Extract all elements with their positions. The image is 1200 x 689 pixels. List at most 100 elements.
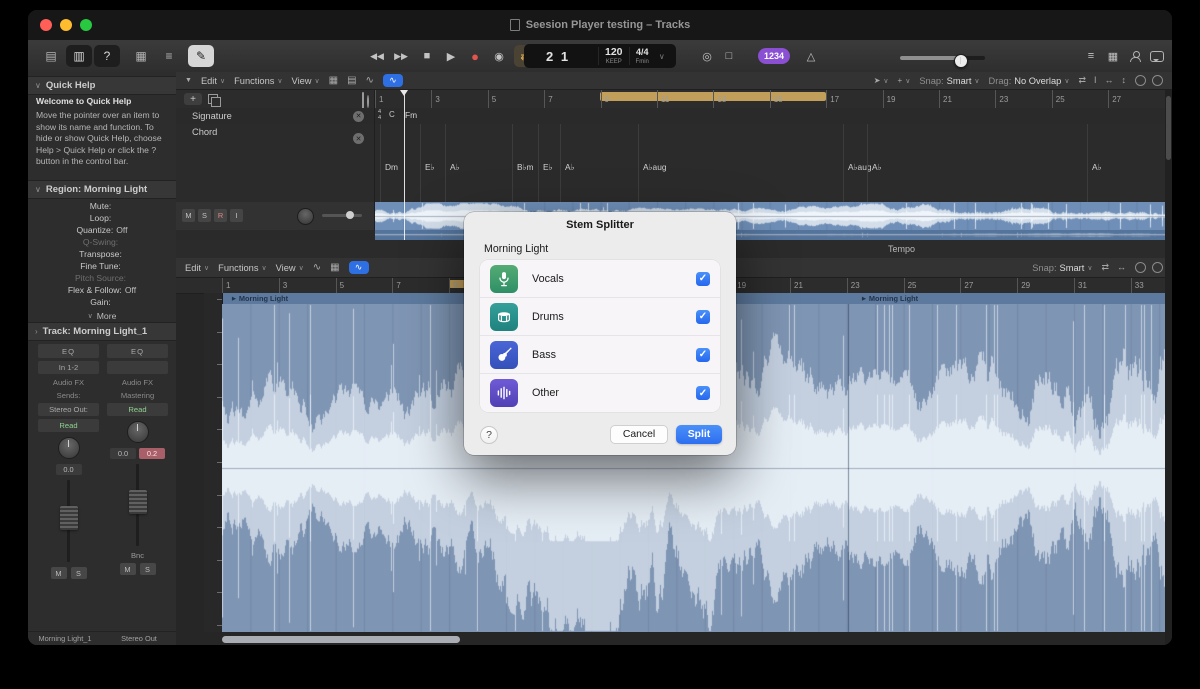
edit-menu[interactable]: Edit∨ — [201, 76, 225, 86]
editor-grid-icon[interactable]: ▦ — [330, 262, 339, 273]
output-slot[interactable]: Stereo Out: — [38, 403, 99, 416]
stem-checkbox-bass[interactable]: ✓ — [696, 348, 710, 362]
chord-marker[interactable]: E♭ — [420, 124, 435, 202]
region-more-toggle[interactable]: ∨ More — [28, 310, 176, 322]
automation-icon[interactable]: ∿ — [366, 75, 374, 86]
automation-mode[interactable]: Read — [38, 419, 99, 432]
automation-mode[interactable]: Read — [107, 403, 168, 416]
chord-marker[interactable]: E♭ — [538, 124, 553, 202]
functions-menu[interactable]: Functions∨ — [234, 76, 282, 86]
lcd-display[interactable]: 2 1 120 KEEP 4/4 Fmin ∨ — [524, 44, 676, 68]
stem-row-other[interactable]: Other✓ — [480, 374, 720, 412]
mixer-icon[interactable]: ▦ — [128, 45, 154, 67]
region-parameter-row[interactable]: Flex & Follow:Off — [28, 284, 176, 296]
stem-row-drums[interactable]: Drums✓ — [480, 298, 720, 336]
command-tool-menu[interactable]: +∨ — [898, 76, 911, 85]
inspector-icon[interactable]: ▥ — [66, 45, 92, 67]
track-volume-slider[interactable] — [322, 214, 362, 217]
zoom-vertical-icon[interactable]: ↕ — [1122, 75, 1127, 86]
pan-value[interactable]: 0.0 — [110, 448, 136, 459]
first-chord-marker[interactable]: Fm — [405, 110, 417, 120]
zoom-slider-v[interactable] — [1152, 75, 1163, 86]
input-slot[interactable]: In 1-2 — [38, 361, 99, 374]
editor-view-menu[interactable]: View∨ — [276, 263, 304, 273]
audio-fx-label[interactable]: Audio FX — [122, 377, 153, 387]
zoom-slider-v[interactable] — [1152, 262, 1163, 273]
flex-tool-icon[interactable]: ∿ — [383, 74, 403, 87]
metronome-icon[interactable]: △ — [800, 45, 822, 67]
pan-knob[interactable] — [127, 421, 149, 443]
region-parameter-row[interactable]: Quantize:Off — [28, 224, 176, 236]
eq-slot[interactable]: EQ — [107, 344, 168, 358]
scrollbar-thumb[interactable] — [1166, 96, 1171, 160]
gain-value[interactable]: 0.2 — [139, 448, 165, 459]
scrollbar-thumb[interactable] — [222, 636, 460, 643]
view-menu[interactable]: View∨ — [292, 76, 320, 86]
editor-edit-menu[interactable]: Edit∨ — [185, 263, 209, 273]
browser-icon[interactable]: ▦ — [1102, 45, 1124, 67]
input-slot[interactable] — [107, 361, 168, 374]
close-signature-icon[interactable]: ✕ — [353, 111, 364, 122]
track-r-button[interactable]: R — [214, 209, 227, 222]
record-button[interactable]: ● — [464, 45, 486, 67]
help-button[interactable]: ? — [480, 426, 498, 444]
tempo-tab[interactable]: Tempo — [888, 240, 915, 258]
editor-automation-icon[interactable]: ∿ — [313, 262, 321, 273]
region-parameter-row[interactable]: Mute: — [28, 200, 176, 212]
rewind-button[interactable]: ◀◀ — [366, 45, 388, 67]
solo-button[interactable]: S — [140, 563, 156, 575]
add-track-button[interactable]: + — [184, 93, 202, 105]
snap-menu[interactable]: Snap:Smart∨ — [919, 76, 979, 86]
zoom-horizontal-icon[interactable]: ↔ — [1117, 262, 1126, 273]
chord-marker[interactable]: Dm — [380, 124, 398, 202]
region-parameter-row[interactable]: Fine Tune: — [28, 260, 176, 272]
track-s-button[interactable]: S — [198, 209, 211, 222]
fader-cap[interactable] — [129, 490, 147, 514]
mute-button[interactable]: M — [51, 567, 67, 579]
cancel-button[interactable]: Cancel — [610, 425, 668, 444]
pan-knob[interactable] — [58, 437, 80, 459]
volume-fader[interactable] — [107, 464, 168, 546]
drag-menu[interactable]: Drag:No Overlap∨ — [989, 76, 1070, 86]
pencil-tool-icon[interactable]: ✎ — [188, 45, 214, 67]
collaboration-icon[interactable] — [1124, 45, 1146, 67]
track-i-button[interactable]: I — [230, 209, 243, 222]
master-volume-slider[interactable] — [900, 56, 985, 60]
bar-ruler[interactable]: 13579111315171921232527 — [375, 90, 1165, 108]
time-signature-marker[interactable]: 44 — [378, 110, 381, 122]
solo-icon[interactable]: □ — [718, 45, 740, 67]
forward-button[interactable]: ▶▶ — [390, 45, 412, 67]
text-cursor-icon[interactable]: I — [1094, 75, 1097, 86]
region-parameter-row[interactable]: Gain: — [28, 296, 176, 308]
chord-marker[interactable]: A♭aug — [638, 124, 667, 202]
editor-snap-menu[interactable]: Snap:Smart∨ — [1032, 263, 1092, 273]
play-button[interactable]: ▶ — [440, 45, 462, 67]
split-button[interactable]: Split — [676, 425, 722, 444]
stem-checkbox-drums[interactable]: ✓ — [696, 310, 710, 324]
volume-fader[interactable] — [38, 480, 99, 562]
track-m-button[interactable]: M — [182, 209, 195, 222]
zoom-slider-h[interactable] — [1135, 262, 1146, 273]
pan-value[interactable]: 0.0 — [56, 464, 82, 475]
track-inspector-header[interactable]: › Track: Morning Light_1 — [28, 322, 176, 341]
playhead[interactable] — [404, 90, 405, 240]
lcd-chevron-icon[interactable]: ∨ — [655, 52, 669, 61]
stem-checkbox-other[interactable]: ✓ — [696, 386, 710, 400]
close-chord-icon[interactable]: ✕ — [353, 133, 364, 144]
editor-functions-menu[interactable]: Functions∨ — [218, 263, 266, 273]
quick-help-icon[interactable]: ? — [94, 45, 120, 67]
stem-row-bass[interactable]: Bass✓ — [480, 336, 720, 374]
chord-marker[interactable]: A♭ — [1087, 124, 1102, 202]
quick-help-header[interactable]: ∨ Quick Help — [28, 76, 176, 95]
stem-checkbox-vocals[interactable]: ✓ — [696, 272, 710, 286]
capture-button[interactable]: ◉ — [488, 45, 510, 67]
count-in-button[interactable]: 1234 — [758, 48, 790, 64]
vertical-scrollbar[interactable] — [1165, 90, 1172, 645]
key-marker[interactable]: C — [389, 110, 395, 119]
notes-icon[interactable] — [1146, 45, 1168, 67]
region-parameter-row[interactable]: Pitch Source: — [28, 272, 176, 284]
editors-icon[interactable]: ≡ — [156, 45, 182, 67]
swap-icon[interactable]: ⇄ — [1101, 262, 1109, 273]
solo-button[interactable]: S — [71, 567, 87, 579]
horizontal-scrollbar[interactable] — [222, 636, 1165, 643]
